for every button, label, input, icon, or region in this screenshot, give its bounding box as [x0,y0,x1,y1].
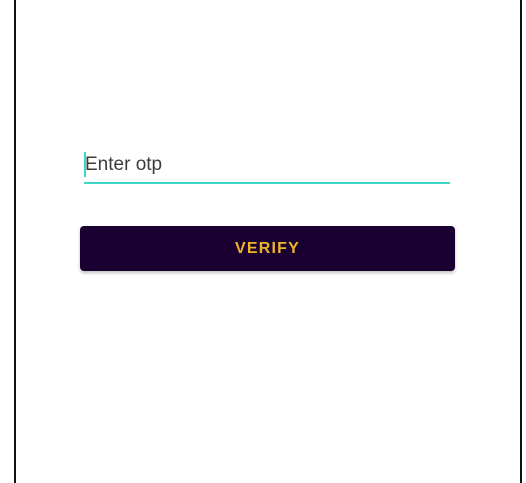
right-border [520,0,522,483]
verify-button[interactable]: VERIFY [80,226,455,271]
screen: VERIFY [0,0,526,483]
left-border [14,0,16,483]
otp-input[interactable] [84,149,451,181]
otp-field[interactable] [84,143,451,184]
